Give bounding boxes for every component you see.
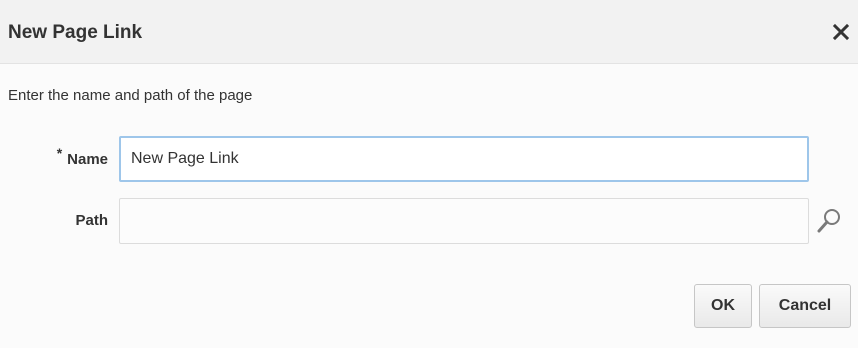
path-label: Path (75, 212, 108, 229)
new-page-link-dialog: New Page Link Enter the name and path of… (0, 0, 858, 348)
dialog-header: New Page Link (0, 0, 858, 64)
close-icon[interactable] (830, 20, 852, 44)
name-input[interactable] (119, 136, 809, 182)
name-label: Name (67, 151, 108, 168)
path-input[interactable] (119, 198, 809, 244)
dialog-title: New Page Link (8, 22, 143, 43)
cancel-button[interactable]: Cancel (759, 284, 851, 328)
required-marker: * (56, 145, 63, 161)
instruction-text: Enter the name and path of the page (8, 87, 253, 104)
search-icon[interactable] (812, 204, 846, 238)
ok-button[interactable]: OK (694, 284, 752, 328)
name-label-wrapper: * Name (28, 146, 108, 168)
